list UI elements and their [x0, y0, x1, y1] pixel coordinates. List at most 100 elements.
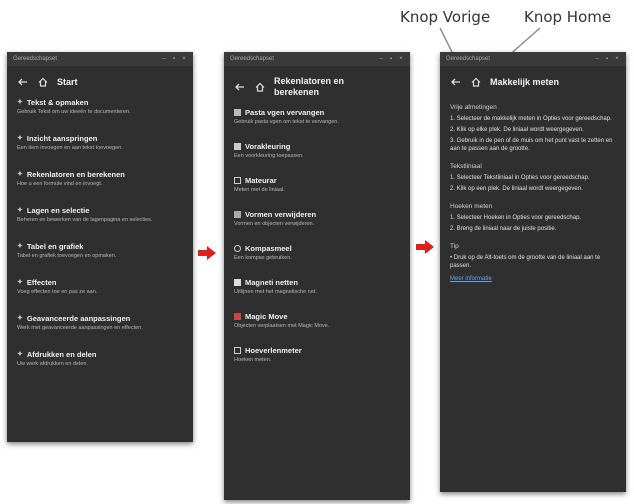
topic-desc: Gebruik Tekst om uw ideeën te documenter… [17, 109, 131, 115]
topic-item[interactable]: ✦ Lagen en selectie Beheren en bewerken v… [17, 206, 183, 224]
bullet-icon: ✦ [17, 243, 23, 250]
panel2-topic-list: Pasta vgen vervangen Gebruik pasta vgen … [224, 106, 410, 380]
topic-title: Rekenlatoren en berekenen [26, 170, 125, 179]
panel3-nav-title: Makkelijk meten [490, 76, 560, 87]
panel2-nav-title: Rekenlatoren en berekenen [274, 76, 345, 97]
topic-item[interactable]: ✦ Geavanceerde aanpassingen Werk met geav… [17, 314, 183, 332]
bullet-icon: ✦ [17, 135, 23, 142]
magnet-icon [234, 279, 241, 286]
pin-icon[interactable]: ▪ [171, 56, 177, 62]
topic-title: Kompasmeel [245, 244, 292, 253]
pen-icon [234, 109, 241, 116]
topic-title: Tabel en grafiek [26, 242, 84, 251]
topic-title: Effecten [26, 278, 57, 287]
topic-item[interactable]: ✦ Afdrukken en delen Uw werk afdrukken en… [17, 350, 183, 368]
panel3-content: Vrije afmetingen 1. Selecteer de makkeli… [440, 96, 626, 284]
flow-arrow-icon [198, 246, 216, 260]
topic-item[interactable]: Kompasmeel Een kompas gebruiken. [234, 244, 400, 262]
close-icon[interactable]: × [614, 56, 620, 62]
topic-desc: Hoeken meten. [234, 357, 272, 363]
panel-rekenlatoren: Gereedschapset – ▪ × Rekenlatoren en ber… [224, 52, 410, 500]
topic-title: Geavanceerde aanpassingen [26, 314, 131, 323]
topic-title: Inzicht aanspringen [26, 134, 98, 143]
ruler-icon [234, 177, 241, 184]
topic-desc: Werk met geavanceerde aanpassingen en ef… [17, 325, 143, 331]
topic-item[interactable]: Pasta vgen vervangen Gebruik pasta vgen … [234, 108, 400, 126]
panel3-titlebar: Gereedschapset – ▪ × [440, 52, 626, 66]
topic-item[interactable]: Vorakleuring Een voorkleuring toepassen. [234, 142, 400, 160]
protractor-icon [234, 347, 241, 354]
step-text: 1. Selecteer de makkelijk meten in Optie… [450, 116, 612, 122]
step-text: 3. Gebruik in de pen of de muis om het p… [450, 138, 613, 152]
topic-item[interactable]: Mateurar Meten met de liniaal. [234, 176, 400, 194]
minimize-icon[interactable]: – [594, 56, 600, 62]
step-text: 2. Breng de liniaal naar de juiste posit… [450, 226, 557, 232]
topic-desc: Uitlijnen met het magnetische net. [234, 289, 317, 295]
close-icon[interactable]: × [398, 56, 404, 62]
panel1-nav: Start [7, 66, 193, 96]
topic-title: Hoeverlenmeter [245, 346, 302, 355]
panel-start: Gereedschapset – ▪ × Start ✦ Tekst & opma… [7, 52, 193, 442]
topic-desc: Een voorkleuring toepassen. [234, 153, 304, 159]
content-section: Tekstliniaal 1. Selecteer Tekstliniaal i… [450, 163, 616, 193]
back-arrow-icon[interactable] [450, 76, 462, 88]
content-section: Vrije afmetingen 1. Selecteer de makkeli… [450, 104, 616, 153]
close-icon[interactable]: × [181, 56, 187, 62]
topic-desc: Een item invoegen en aan tekst toevoegen… [17, 145, 123, 151]
topic-item[interactable]: ✦ Tabel en grafiek Tabel en grafiek toevo… [17, 242, 183, 260]
panel2-titlebar: Gereedschapset – ▪ × [224, 52, 410, 66]
topic-title: Magneti netten [245, 278, 298, 287]
panel1-titlebar: Gereedschapset – ▪ × [7, 52, 193, 66]
topic-title: Afdrukken en delen [26, 350, 97, 359]
pin-icon[interactable]: ▪ [388, 56, 394, 62]
magic-icon [234, 313, 241, 320]
topic-desc: Tabel en grafiek toevoegen en opmaken. [17, 253, 117, 259]
content-section: Hoeken meten 1. Selecteer Hoeken in Opti… [450, 203, 616, 233]
panel2-window-title: Gereedschapset [230, 56, 275, 62]
step-text: 1. Selecteer Hoeken in Opties voor geree… [450, 215, 582, 221]
topic-item[interactable]: ✦ Inzicht aanspringen Een item invoegen e… [17, 134, 183, 152]
step-text: 1. Selecteer Tekstliniaal in Opties voor… [450, 175, 590, 181]
topic-item[interactable]: Magneti netten Uitlijnen met het magneti… [234, 278, 400, 296]
minimize-icon[interactable]: – [378, 56, 384, 62]
topic-title: Magic Move [245, 312, 288, 321]
topic-item[interactable]: ✦ Rekenlatoren en berekenen Hoe u een for… [17, 170, 183, 188]
topic-title: Mateurar [245, 176, 277, 185]
topic-title: Vormen verwijderen [245, 210, 317, 219]
topic-item[interactable]: ✦ Tekst & opmaken Gebruik Tekst om uw ide… [17, 98, 183, 116]
compass-icon [234, 245, 241, 252]
panel1-window-title: Gereedschapset [13, 56, 58, 62]
bullet-icon: ✦ [17, 315, 23, 322]
step-text: • Druk op de Alt-toets om de grootte van… [450, 255, 601, 269]
topic-desc: Uw werk afdrukken en delen. [17, 361, 88, 367]
bullet-icon: ✦ [17, 351, 23, 358]
topic-item[interactable]: Magic Move Objecten verplaatsen met Magi… [234, 312, 400, 330]
shape-icon [234, 211, 241, 218]
section-heading: Tekstliniaal [450, 163, 482, 170]
topic-desc: Gebruik pasta vgen om tekst te vervangen… [234, 119, 339, 125]
section-heading: Tip [450, 243, 459, 250]
topic-desc: Meten met de liniaal. [234, 187, 285, 193]
minimize-icon[interactable]: – [161, 56, 167, 62]
bullet-icon: ✦ [17, 207, 23, 214]
more-info-link[interactable]: Meer informatie [450, 276, 616, 282]
home-icon[interactable] [37, 76, 49, 88]
section-heading: Vrije afmetingen [450, 104, 497, 111]
topic-item[interactable]: ✦ Effecten Voeg effecten toe en pas ze aa… [17, 278, 183, 296]
back-arrow-icon[interactable] [234, 81, 246, 93]
bullet-icon: ✦ [17, 99, 23, 106]
pin-icon[interactable]: ▪ [604, 56, 610, 62]
home-icon[interactable] [254, 81, 266, 93]
step-text: 2. Klik op elke plek. De liniaal wordt w… [450, 127, 584, 133]
bullet-icon: ✦ [17, 171, 23, 178]
step-text: 2. Klik op een plek. De liniaal wordt we… [450, 186, 583, 192]
panel3-window-title: Gereedschapset [446, 56, 491, 62]
topic-item[interactable]: Hoeverlenmeter Hoeken meten. [234, 346, 400, 364]
topic-desc: Voeg effecten toe en pas ze aan. [17, 289, 98, 295]
panel3-nav: Makkelijk meten [440, 66, 626, 96]
home-icon[interactable] [470, 76, 482, 88]
content-section: Tip • Druk op de Alt-toets om de grootte… [450, 243, 616, 270]
topic-item[interactable]: Vormen verwijderen Vormen en objecten ve… [234, 210, 400, 228]
back-arrow-icon[interactable] [17, 76, 29, 88]
topic-title: Vorakleuring [245, 142, 291, 151]
